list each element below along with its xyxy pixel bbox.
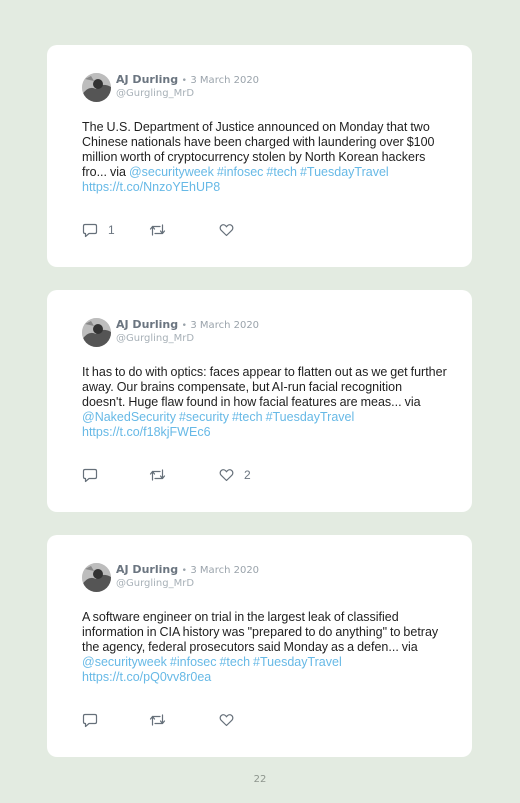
- tweet-header: AJ Durling • 3 March 2020: [116, 73, 259, 86]
- retweet-arrows-icon: [149, 468, 166, 482]
- hashtag-link[interactable]: #tech: [232, 410, 263, 424]
- tweet-text: A software engineer on trial in the larg…: [82, 610, 447, 685]
- like-button[interactable]: [219, 222, 244, 238]
- author-handle[interactable]: @Gurgling_MrD: [116, 333, 194, 344]
- reply-button[interactable]: 1: [82, 222, 115, 238]
- like-count: 2: [244, 468, 251, 482]
- url-link[interactable]: https://t.co/f18kjFWEc6: [82, 425, 211, 439]
- hashtag-link[interactable]: #TuesdayTravel: [300, 165, 389, 179]
- hashtag-link[interactable]: #infosec: [170, 655, 217, 669]
- avatar[interactable]: [82, 73, 111, 102]
- avatar-photo-icon: [82, 318, 111, 347]
- like-button[interactable]: 2: [219, 467, 251, 483]
- speech-bubble-icon: [82, 713, 98, 728]
- reply-button[interactable]: [82, 467, 108, 483]
- heart-icon: [219, 223, 234, 237]
- retweet-button[interactable]: [149, 712, 176, 728]
- tweet-actions: 2: [82, 467, 382, 483]
- hashtag-link[interactable]: #TuesdayTravel: [253, 655, 342, 669]
- tweet-card: AJ Durling • 3 March 2020 @Gurgling_MrD …: [47, 45, 472, 267]
- tweet-date[interactable]: 3 March 2020: [190, 565, 259, 576]
- tweet-body: A software engineer on trial in the larg…: [82, 610, 439, 654]
- separator-dot: •: [181, 566, 187, 576]
- heart-icon: [219, 468, 234, 482]
- author-handle[interactable]: @Gurgling_MrD: [116, 88, 194, 99]
- tweet-card: AJ Durling • 3 March 2020 @Gurgling_MrD …: [47, 290, 472, 512]
- page-number: 22: [253, 774, 267, 785]
- tweet-text: It has to do with optics: faces appear t…: [82, 365, 447, 440]
- url-link[interactable]: https://t.co/NnzoYEhUP8: [82, 180, 220, 194]
- author-name[interactable]: AJ Durling: [116, 73, 178, 86]
- mention-link[interactable]: @NakedSecurity: [82, 410, 176, 424]
- avatar-photo-icon: [82, 73, 111, 102]
- like-button[interactable]: [219, 712, 244, 728]
- reply-button[interactable]: [82, 712, 108, 728]
- hashtag-link[interactable]: #security: [179, 410, 229, 424]
- tweet-card: AJ Durling • 3 March 2020 @Gurgling_MrD …: [47, 535, 472, 757]
- author-name[interactable]: AJ Durling: [116, 318, 178, 331]
- avatar[interactable]: [82, 563, 111, 592]
- speech-bubble-icon: [82, 468, 98, 483]
- tweet-header: AJ Durling • 3 March 2020: [116, 318, 259, 331]
- tweet-header: AJ Durling • 3 March 2020: [116, 563, 259, 576]
- hashtag-link[interactable]: #tech: [266, 165, 297, 179]
- tweet-actions: 1: [82, 222, 382, 238]
- url-link[interactable]: https://t.co/pQ0vv8r0ea: [82, 670, 211, 684]
- hashtag-link[interactable]: #tech: [219, 655, 250, 669]
- reply-count: 1: [108, 223, 115, 237]
- tweet-actions: [82, 712, 382, 728]
- retweet-button[interactable]: [149, 222, 176, 238]
- author-name[interactable]: AJ Durling: [116, 563, 178, 576]
- tweet-text: The U.S. Department of Justice announced…: [82, 120, 447, 195]
- hashtag-link[interactable]: #infosec: [217, 165, 264, 179]
- retweet-button[interactable]: [149, 467, 176, 483]
- heart-icon: [219, 713, 234, 727]
- speech-bubble-icon: [82, 223, 98, 238]
- separator-dot: •: [181, 76, 187, 86]
- retweet-arrows-icon: [149, 713, 166, 727]
- avatar-photo-icon: [82, 563, 111, 592]
- retweet-arrows-icon: [149, 223, 166, 237]
- author-handle[interactable]: @Gurgling_MrD: [116, 578, 194, 589]
- tweet-body: It has to do with optics: faces appear t…: [82, 365, 447, 409]
- tweet-date[interactable]: 3 March 2020: [190, 320, 259, 331]
- mention-link[interactable]: @securityweek: [129, 165, 214, 179]
- hashtag-link[interactable]: #TuesdayTravel: [266, 410, 355, 424]
- tweet-date[interactable]: 3 March 2020: [190, 75, 259, 86]
- separator-dot: •: [181, 321, 187, 331]
- avatar[interactable]: [82, 318, 111, 347]
- mention-link[interactable]: @securityweek: [82, 655, 167, 669]
